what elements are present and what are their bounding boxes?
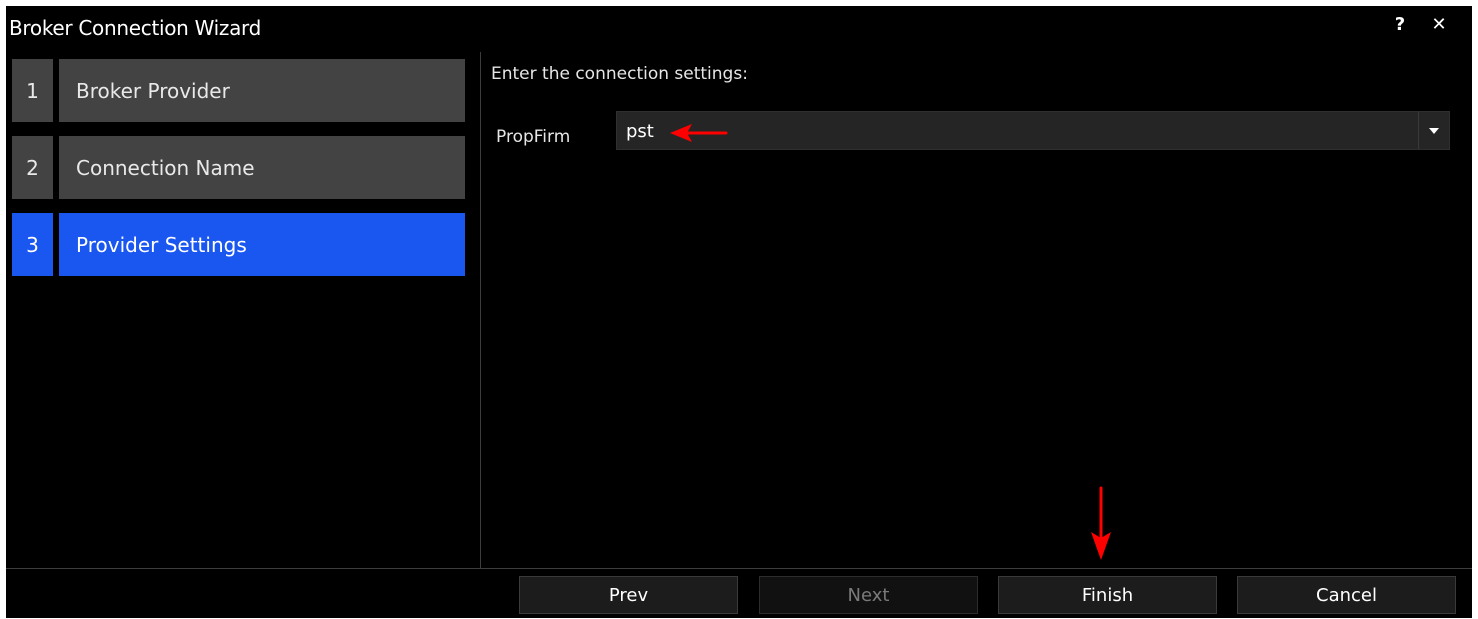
step-label: Connection Name xyxy=(59,136,465,199)
window-title: Broker Connection Wizard xyxy=(9,16,262,40)
red-arrow-left-icon xyxy=(670,124,728,142)
footer-divider xyxy=(6,568,1472,569)
next-button[interactable]: Next xyxy=(759,576,978,614)
step-number: 1 xyxy=(12,59,53,122)
propfirm-label: PropFirm xyxy=(496,127,571,147)
step-connection-name[interactable]: 2 Connection Name xyxy=(12,136,465,199)
red-arrow-down-icon xyxy=(1091,486,1111,560)
step-number: 2 xyxy=(12,136,53,199)
prev-button[interactable]: Prev xyxy=(519,576,738,614)
step-broker-provider[interactable]: 1 Broker Provider xyxy=(12,59,465,122)
step-label: Provider Settings xyxy=(59,213,465,276)
cancel-button[interactable]: Cancel xyxy=(1237,576,1456,614)
close-icon[interactable]: ✕ xyxy=(1428,14,1450,35)
step-provider-settings[interactable]: 3 Provider Settings xyxy=(12,213,465,276)
finish-button[interactable]: Finish xyxy=(998,576,1217,614)
step-label: Broker Provider xyxy=(59,59,465,122)
title-bar: Broker Connection Wizard ? ✕ xyxy=(6,6,1472,52)
step-number: 3 xyxy=(12,213,53,276)
propfirm-dropdown[interactable]: pst xyxy=(616,111,1450,150)
dropdown-toggle[interactable] xyxy=(1418,112,1449,149)
help-icon[interactable]: ? xyxy=(1389,14,1411,35)
settings-heading: Enter the connection settings: xyxy=(491,64,748,84)
vertical-divider xyxy=(480,52,481,568)
propfirm-selected-value: pst xyxy=(626,121,654,142)
chevron-down-icon xyxy=(1429,127,1439,134)
broker-connection-wizard-window: Broker Connection Wizard ? ✕ 1 Broker Pr… xyxy=(6,6,1472,618)
